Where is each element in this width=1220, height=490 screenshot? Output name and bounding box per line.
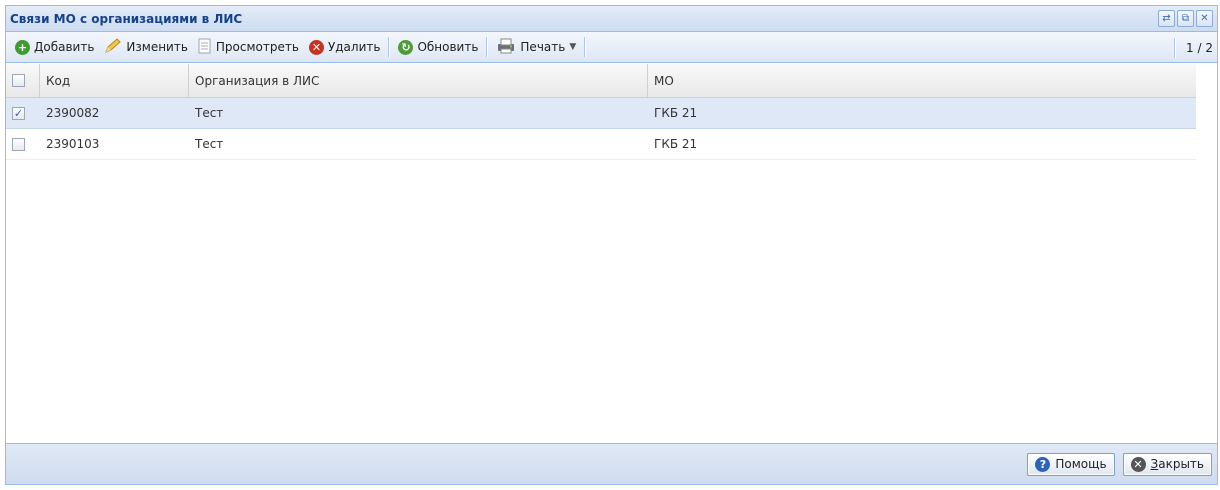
close-button[interactable]: ✕ Закрыть <box>1122 452 1212 476</box>
print-button[interactable]: Печать ▼ <box>491 36 581 59</box>
view-label: Просмотреть <box>215 40 299 54</box>
toolbar-separator <box>388 37 391 57</box>
row-checkbox-cell: ✓ <box>6 98 40 128</box>
edit-label: Изменить <box>126 40 188 54</box>
refresh-button[interactable]: ↻ Обновить <box>393 38 483 57</box>
column-header-code[interactable]: Код <box>40 64 189 97</box>
help-icon: ? <box>1035 456 1051 472</box>
cell-mo: ГКБ 21 <box>654 137 698 151</box>
close-label-rest: акрыть <box>1158 457 1204 471</box>
restore-icon[interactable]: ⧉ <box>1177 10 1194 27</box>
close-circle-icon: ✕ <box>1130 456 1146 472</box>
cell-org: Тест <box>195 137 224 151</box>
pager-separator <box>1174 37 1177 58</box>
select-all-checkbox[interactable] <box>12 74 25 87</box>
add-icon: + <box>15 39 30 55</box>
help-button[interactable]: ? Помощь <box>1027 452 1115 476</box>
toolbar-separator <box>584 37 587 57</box>
refresh-icon[interactable]: ⇄ <box>1158 10 1175 27</box>
window-tools: ⇄ ⧉ ✕ <box>1158 10 1213 27</box>
cell-code: 2390103 <box>46 137 100 151</box>
window: Связи МО с организациями в ЛИС ⇄ ⧉ ✕ + Д… <box>5 5 1218 485</box>
grid-header: Код Организация в ЛИС МО <box>6 64 1196 98</box>
window-titlebar: Связи МО с организациями в ЛИС ⇄ ⧉ ✕ <box>6 6 1217 32</box>
printer-icon <box>496 38 516 57</box>
cell-code: 2390082 <box>46 106 100 120</box>
column-header-org[interactable]: Организация в ЛИС <box>189 64 648 97</box>
add-button[interactable]: + Добавить <box>10 38 99 57</box>
select-all-cell <box>6 64 40 97</box>
pager: 1 / 2 <box>1174 32 1213 63</box>
refresh-circle-icon: ↻ <box>398 39 414 55</box>
table-row[interactable]: ✓ 2390082 Тест ГКБ 21 <box>6 98 1196 129</box>
help-label: Помощь <box>1055 457 1107 471</box>
row-checkbox[interactable]: ✓ <box>12 106 25 120</box>
footer: ? Помощь ✕ Закрыть <box>6 443 1217 484</box>
toolbar-separator <box>486 37 489 57</box>
page-indicator: 1 / 2 <box>1186 40 1213 55</box>
refresh-label: Обновить <box>417 40 479 54</box>
row-checkbox[interactable] <box>12 137 25 151</box>
delete-button[interactable]: ✕ Удалить <box>304 38 386 57</box>
close-label: Закрыть <box>1151 457 1204 471</box>
window-title: Связи МО с организациями в ЛИС <box>10 11 243 26</box>
document-icon <box>198 38 212 57</box>
pencil-icon <box>104 37 122 57</box>
row-checkbox-cell <box>6 129 40 159</box>
table-row[interactable]: 2390103 Тест ГКБ 21 <box>6 129 1196 160</box>
print-label: Печать <box>520 40 566 54</box>
delete-label: Удалить <box>327 40 381 54</box>
view-button[interactable]: Просмотреть <box>193 36 304 59</box>
grid: Код Организация в ЛИС МО ✓ 2390082 Тест … <box>6 64 1196 160</box>
close-icon[interactable]: ✕ <box>1196 10 1213 27</box>
cell-mo: ГКБ 21 <box>654 106 698 120</box>
column-header-mo[interactable]: МО <box>648 64 1196 97</box>
toolbar: + Добавить Изменить Просмотреть ✕ Удалит… <box>6 32 1217 63</box>
delete-icon: ✕ <box>308 39 324 55</box>
chevron-down-icon: ▼ <box>569 42 577 52</box>
edit-button[interactable]: Изменить <box>99 36 193 59</box>
add-label: Добавить <box>34 40 95 54</box>
cell-org: Тест <box>195 106 224 120</box>
